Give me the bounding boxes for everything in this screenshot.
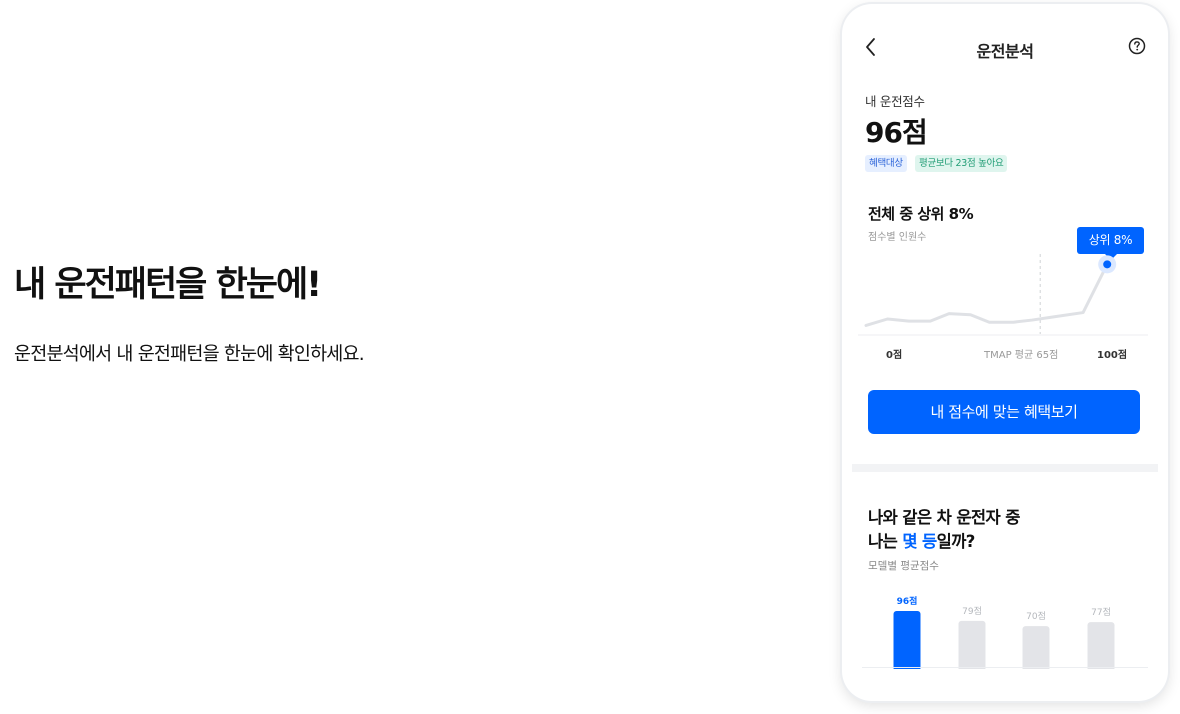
axis-average-label: TMAP 평균 65점 [984,350,1059,361]
compare-badge: 평균보다 23점 높아요 [915,155,1008,172]
model-title-suffix: 일까? [936,532,976,551]
bar-value-label: 79점 [962,605,982,617]
bar-value-label: 77점 [1091,606,1111,618]
question-circle-icon[interactable] [1128,37,1146,59]
score-value: 96점 [865,116,928,149]
bar-value-label: 96점 [897,595,918,607]
model-title-prefix: 나는 [868,532,903,551]
model-subtitle: 모델별 평균점수 [868,560,939,572]
view-benefits-button[interactable]: 내 점수에 맞는 혜택보기 [868,390,1140,434]
app-header: 운전분석 [842,34,1168,64]
model-title-highlight: 몇 등 [902,532,937,551]
my-score-point [1103,260,1112,269]
model-bar-chart: 96점 79점 70점 77점 [842,589,1168,669]
bar-value-label: 70점 [1026,610,1046,622]
bar [1087,622,1115,669]
promo-block: 내 운전패턴을 한눈에! 운전분석에서 내 운전패턴을 한눈에 확인하세요. [14,256,365,365]
model-title-line2: 나는 몇 등일까? [868,528,975,552]
score-label: 내 운전점수 [865,94,925,109]
axis-min-label: 0점 [886,350,903,361]
bar [1022,626,1050,669]
promo-title: 내 운전패턴을 한눈에! [14,265,322,305]
page-title: 운전분석 [976,42,1034,61]
promo-subtitle: 운전분석에서 내 운전패턴을 한눈에 확인하세요. [14,344,365,365]
rank-tooltip: 상위 8% [1077,227,1144,260]
bar-chart-svg: 96점 79점 70점 77점 [862,595,1148,669]
axis-max-label: 100점 [1097,350,1128,361]
bar [958,620,986,669]
model-title-line1: 나와 같은 차 운전자 중 [868,508,1020,527]
rank-subtitle: 점수별 인원수 [868,232,927,243]
distribution-line [864,262,1109,327]
bar [893,611,921,669]
rank-title: 전체 중 상위 8% [868,205,974,223]
section-divider [852,464,1158,472]
distribution-chart [858,254,1148,336]
benefit-badge: 혜택대상 [865,155,907,172]
phone-frame: 운전분석 내 운전점수 96점 혜택대상 평균보다 23점 높아요 전체 중 상… [842,4,1168,701]
